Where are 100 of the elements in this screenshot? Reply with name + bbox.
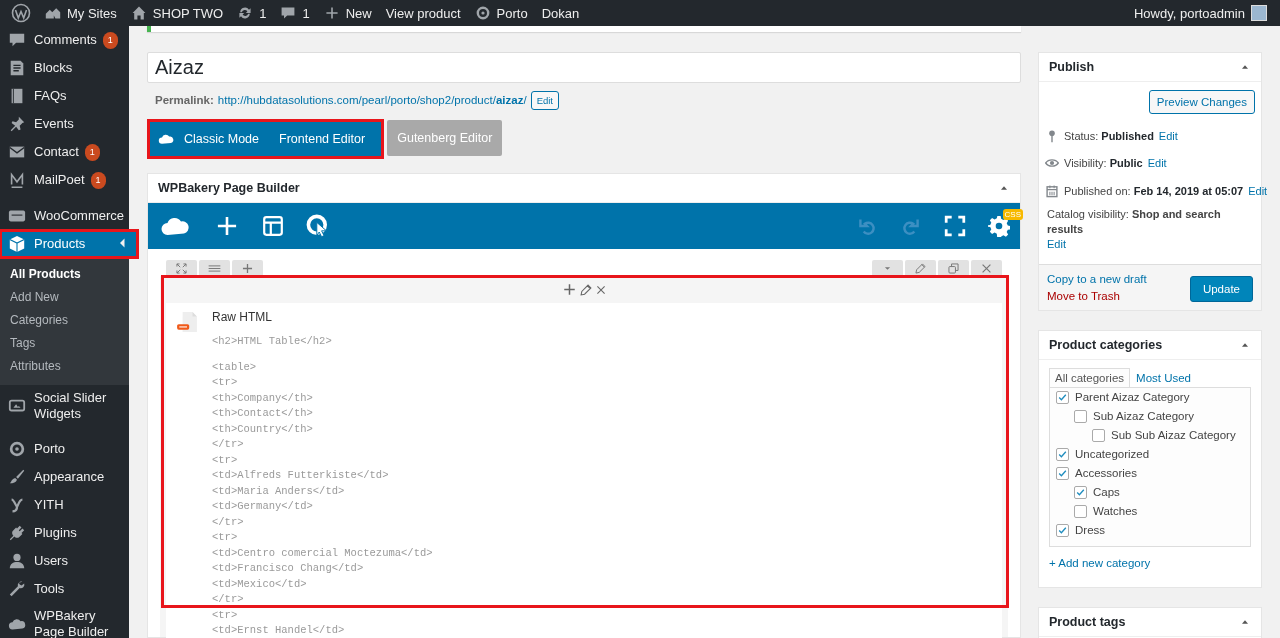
sidebar-item[interactable]: Plugins (0, 519, 129, 547)
permalink-link[interactable]: http://hubdatasolutions.com/pearl/porto/shop2/product/aizaz/ (217, 94, 527, 106)
sidebar-item[interactable]: Users (0, 547, 129, 575)
edit-link[interactable]: Edit (1047, 237, 1066, 250)
css-badge: CSS (1002, 209, 1023, 220)
checkbox[interactable] (1056, 390, 1069, 404)
code-line: <td>Germany</td> (212, 499, 314, 514)
drag-handle[interactable] (199, 260, 230, 276)
mode-button[interactable]: Frontend Editor (269, 122, 376, 156)
checkbox[interactable] (1056, 447, 1069, 461)
category-label: Dress (1075, 524, 1106, 536)
permalink-label: Permalink: (155, 94, 214, 106)
expand-button[interactable] (166, 260, 197, 276)
toolbar-link[interactable]: Porto (467, 0, 535, 26)
preview-button[interactable]: Preview Changes (1148, 90, 1255, 114)
checkbox[interactable] (1056, 523, 1069, 537)
toolbar-link[interactable]: SHOP TWO (123, 0, 231, 26)
status-text: Published on: Feb 14, 2019 at 05:07 (1064, 184, 1244, 197)
houses-icon (45, 5, 61, 21)
add-icon[interactable] (561, 282, 577, 297)
toolbar-link[interactable]: My Sites (38, 0, 124, 26)
ring-icon (474, 5, 491, 21)
code-line: <table> (212, 359, 258, 375)
edit-icon[interactable] (578, 282, 593, 297)
sidebar-item[interactable]: Comments 1 (0, 26, 129, 54)
calendar-icon (1045, 183, 1059, 198)
layout-button[interactable] (872, 260, 903, 276)
submenu-item[interactable]: Attributes (0, 355, 129, 378)
pencil-icon (914, 261, 927, 275)
checkbox[interactable] (1074, 504, 1087, 518)
copy-draft-link[interactable]: Copy to a new draft (1047, 272, 1147, 285)
settings-icon[interactable] (988, 215, 1010, 237)
add-button[interactable] (232, 260, 263, 276)
sidebar-item[interactable]: FAQs (0, 82, 129, 110)
layout-icon[interactable] (262, 215, 284, 237)
brush-icon (8, 468, 26, 486)
sidebar-item[interactable]: Blocks (0, 54, 129, 82)
checkbox[interactable] (1074, 485, 1087, 499)
submenu-item[interactable]: Tags (0, 332, 129, 355)
toolbar-link[interactable]: 1 (230, 0, 274, 26)
mode-button[interactable]: Classic Mode (174, 122, 270, 156)
submenu-item[interactable]: Categories (0, 309, 129, 332)
toolbar-link[interactable]: Dokan (534, 0, 587, 26)
category-label: Uncategorized (1075, 448, 1150, 460)
add-category-link[interactable]: + Add new category (1049, 556, 1151, 569)
tab[interactable]: Most Used (1130, 367, 1197, 387)
expand-icon (175, 261, 188, 275)
sidebar-item[interactable]: WPBakery Page Builder (0, 603, 129, 638)
edit-link[interactable]: Edit (1158, 129, 1178, 142)
toolbar-link[interactable]: View product (378, 0, 468, 26)
checkbox[interactable] (1092, 428, 1105, 442)
plus-icon (323, 5, 340, 21)
title-field[interactable]: Aizaz (147, 52, 1021, 83)
sidebar-item[interactable]: Appearance (0, 463, 129, 491)
sidebar-item[interactable]: Tools (0, 575, 129, 603)
check-icon (1057, 391, 1068, 403)
toolbar-link[interactable]: 1 (273, 0, 317, 26)
edit-row-button[interactable] (905, 260, 936, 276)
clone-button[interactable] (938, 260, 969, 276)
checkbox[interactable] (1074, 409, 1087, 423)
close-icon[interactable] (594, 283, 607, 296)
pointer-icon[interactable] (306, 214, 330, 238)
count-badge: 1 (84, 143, 100, 161)
code-line: <td>Ernst Handel</td> (212, 623, 346, 638)
code-line: <th>Company</th> (212, 390, 314, 406)
person-icon (8, 552, 26, 570)
code-line: <td>Francisco Chang</td> (212, 561, 365, 576)
status-text: Catalog visibility: Shop and search results (1047, 207, 1221, 235)
sidebar-item[interactable]: YITH (0, 491, 129, 519)
sidebar-item[interactable]: Events (0, 110, 129, 138)
update-button[interactable]: Update (1189, 275, 1253, 302)
code-line: <h2>HTML Table</h2> (212, 334, 333, 349)
sidebar-item[interactable]: Porto (0, 435, 129, 463)
submenu-item[interactable]: All Products (0, 263, 129, 286)
code-line: <td>Alfreds Futterkiste</td> (212, 468, 390, 483)
category-label: Sub Sub Aizaz Category (1111, 429, 1236, 441)
delete-button[interactable] (971, 260, 1002, 276)
box-title: Product categories (1049, 337, 1163, 352)
category-label: Watches (1093, 505, 1138, 517)
account-link[interactable]: Howdy, portoadmin (1126, 0, 1274, 26)
submenu-item[interactable]: Add New (0, 286, 129, 309)
code-line: <tr> (212, 607, 239, 623)
checkbox[interactable] (1056, 466, 1069, 480)
fullscreen-icon[interactable] (944, 215, 966, 237)
ring-icon (8, 440, 26, 458)
edit-button[interactable]: Edit (530, 90, 559, 110)
toolbar-link[interactable]: New (316, 0, 379, 26)
code-line: <td>Mexico</td> (212, 576, 308, 592)
tab[interactable]: All categories (1049, 367, 1131, 387)
sidebar-item[interactable]: WooCommerce (0, 202, 129, 230)
edit-link[interactable]: Edit (1248, 184, 1268, 197)
sidebar-item[interactable]: Social Slider Widgets (0, 385, 129, 427)
edit-link[interactable]: Edit (1147, 157, 1167, 170)
home-icon (130, 5, 147, 21)
sidebar-item[interactable]: MailPoet 1 (0, 166, 129, 194)
sidebar-item[interactable]: Contact 1 (0, 138, 129, 166)
trash-link[interactable]: Move to Trash (1047, 289, 1147, 302)
sidebar-item[interactable]: Products (0, 230, 138, 258)
zigzag-icon (8, 171, 26, 189)
category-label: Sub Aizaz Category (1093, 410, 1194, 422)
